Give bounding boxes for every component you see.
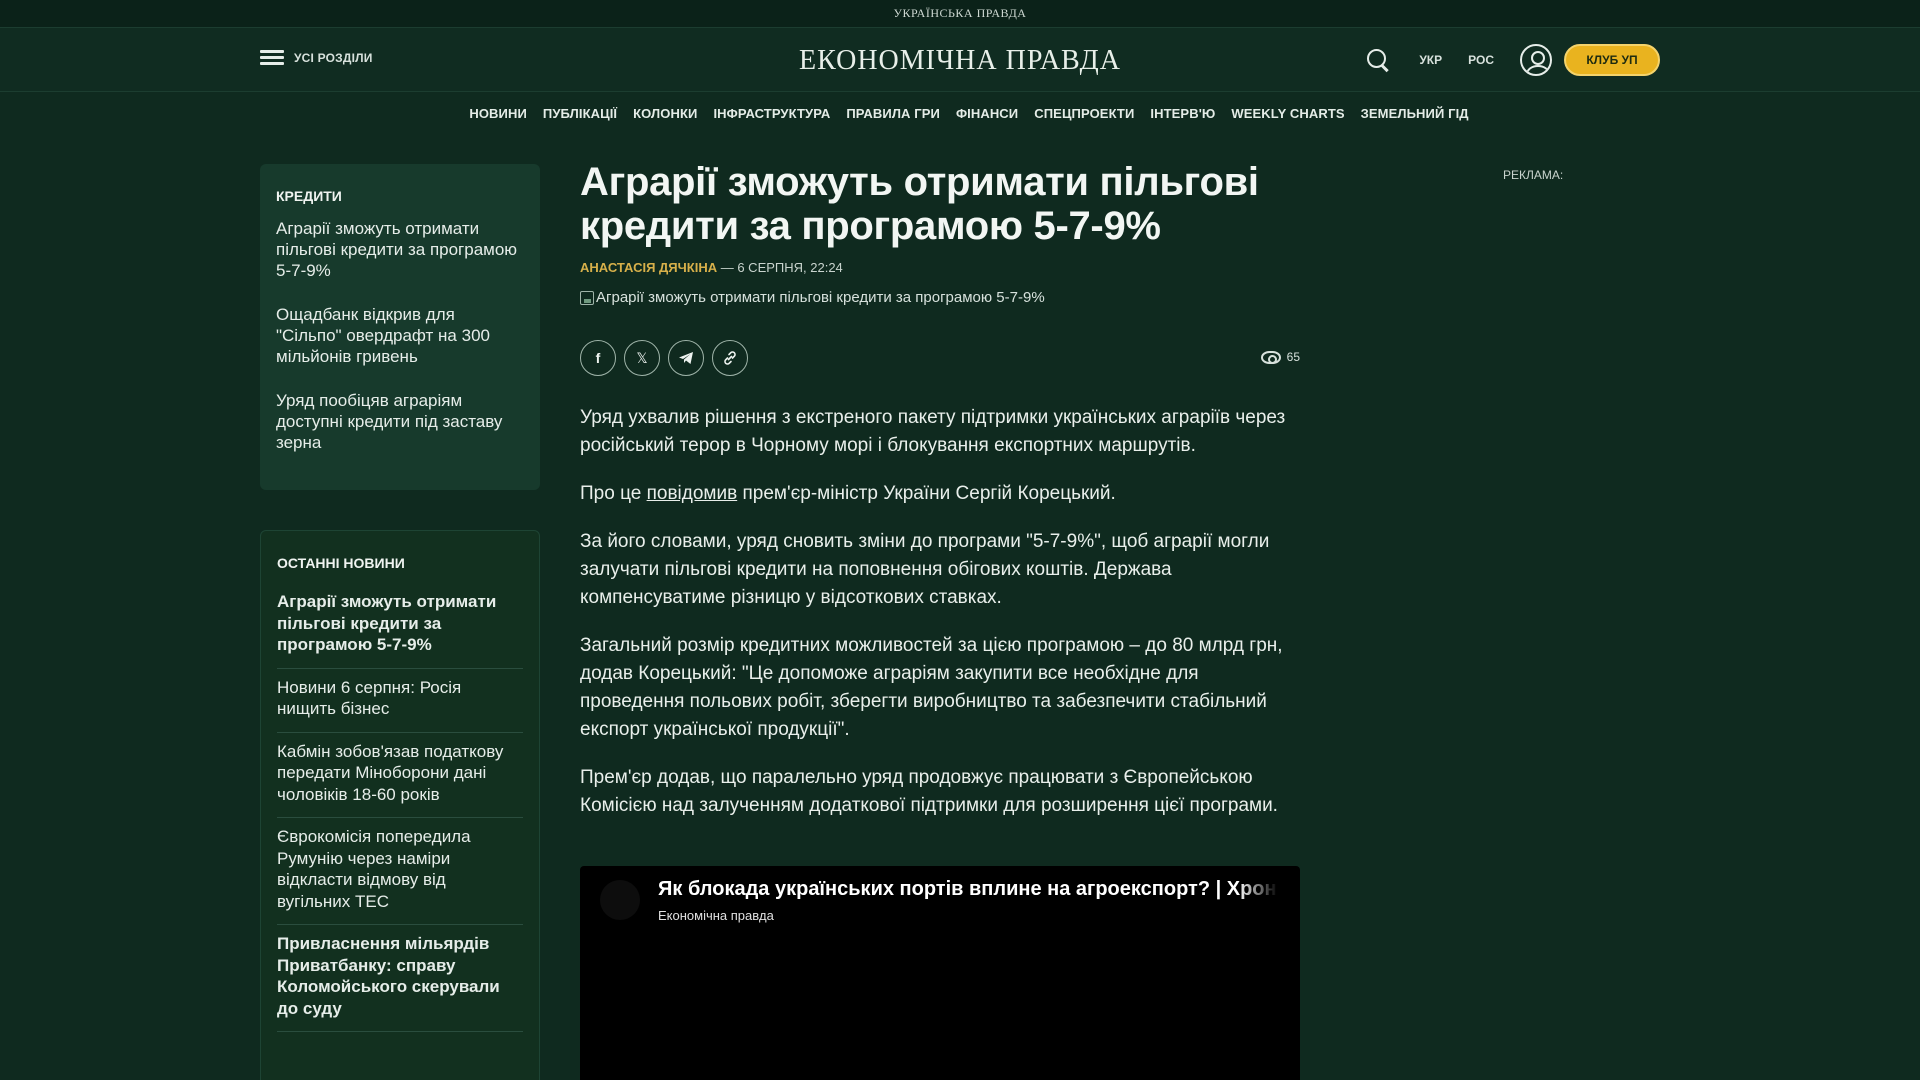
share-bar: f 𝕏 65 xyxy=(580,340,1300,376)
ad-label: РЕКЛАМА: xyxy=(1503,168,1564,182)
paragraph-text: Про це xyxy=(580,483,647,504)
credits-item[interactable]: Ощадбанк відкрив для "Сільпо" овердрафт … xyxy=(276,304,524,367)
header-actions: УКР РОС КЛУБ УП xyxy=(1365,42,1660,78)
copy-link-button[interactable] xyxy=(712,340,748,376)
all-sections-button[interactable]: УСІ РОЗДІЛИ xyxy=(260,50,373,66)
credits-title[interactable]: КРЕДИТИ xyxy=(276,188,524,204)
credits-box: КРЕДИТИ Аграрії зможуть отримати пільгов… xyxy=(260,164,540,490)
lang-ros-link[interactable]: РОС xyxy=(1468,53,1494,67)
views-counter: 65 xyxy=(1260,350,1300,364)
nav-item-rules[interactable]: ПРАВИЛА ГРИ xyxy=(846,106,940,121)
latest-news-item[interactable]: Аграрії зможуть отримати пільгові кредит… xyxy=(277,583,523,669)
search-icon[interactable] xyxy=(1365,47,1391,73)
article-body: Уряд ухвалив рішення з екстреного пакету… xyxy=(580,404,1300,820)
facebook-icon: f xyxy=(595,350,601,366)
up-network-link[interactable]: УКРАЇНСЬКА ПРАВДА xyxy=(894,6,1027,21)
source-link[interactable]: повідомив xyxy=(647,483,738,504)
broken-image-icon xyxy=(580,290,594,305)
latest-news-item[interactable]: Єврокомісія попередила Румунію через нам… xyxy=(277,818,523,925)
article-byline: АНАСТАСІЯ ДЯЧКІНА — 6 СЕРПНЯ, 22:24 xyxy=(580,260,1300,275)
nav-item-specprojects[interactable]: СПЕЦПРОЕКТИ xyxy=(1034,106,1134,121)
credits-item[interactable]: Аграрії зможуть отримати пільгові кредит… xyxy=(276,218,524,281)
credits-item[interactable]: Уряд пообіцяв аграріям доступні кредити … xyxy=(276,390,524,453)
club-up-button[interactable]: КЛУБ УП xyxy=(1564,44,1660,76)
x-share-button[interactable]: 𝕏 xyxy=(624,340,660,376)
nav-item-publications[interactable]: ПУБЛІКАЦІЇ xyxy=(543,106,617,121)
nav-item-weekly-charts[interactable]: WEEKLY CHARTS xyxy=(1231,106,1344,121)
latest-news-box: ОСТАННІ НОВИНИ Аграрії зможуть отримати … xyxy=(260,530,540,1080)
facebook-share-button[interactable]: f xyxy=(580,340,616,376)
author-link[interactable]: АНАСТАСІЯ ДЯЧКІНА xyxy=(580,260,717,275)
views-count: 65 xyxy=(1286,350,1300,364)
user-icon[interactable] xyxy=(1520,44,1552,76)
channel-avatar[interactable] xyxy=(600,880,640,920)
top-strip: УКРАЇНСЬКА ПРАВДА xyxy=(0,0,1920,28)
telegram-icon xyxy=(679,352,693,364)
x-icon: 𝕏 xyxy=(636,349,648,366)
article-image-alt: Аграрії зможуть отримати пільгові кредит… xyxy=(596,289,1045,306)
video-title[interactable]: Як блокада українських портів вплине на … xyxy=(658,878,1278,901)
article-paragraph: За його словами, уряд сновить зміни до п… xyxy=(580,531,1270,608)
article-image: Аграрії зможуть отримати пільгові кредит… xyxy=(580,289,1300,306)
embedded-video[interactable]: Як блокада українських портів вплине на … xyxy=(580,866,1300,1080)
nav-item-infrastructure[interactable]: ІНФРАСТРУКТУРА xyxy=(713,106,830,121)
article-paragraph: Про це повідомив прем'єр-міністр України… xyxy=(580,480,1300,508)
nav-item-columns[interactable]: КОЛОНКИ xyxy=(633,106,697,121)
telegram-share-button[interactable] xyxy=(668,340,704,376)
latest-news-item[interactable]: Новини 6 серпня: Росія нищить бізнес xyxy=(277,669,523,733)
nav-item-interview[interactable]: ІНТЕРВ'Ю xyxy=(1150,106,1215,121)
nav-item-news[interactable]: НОВИНИ xyxy=(469,106,527,121)
latest-news-item[interactable]: Привласнення мільярдів Приватбанку: спра… xyxy=(277,925,523,1032)
main-nav: НОВИНИ ПУБЛІКАЦІЇ КОЛОНКИ ІНФРАСТРУКТУРА… xyxy=(0,98,1920,128)
site-header: УСІ РОЗДІЛИ ЕКОНОМІЧНА ПРАВДА УКР РОС КЛ… xyxy=(0,28,1920,92)
site-logo[interactable]: ЕКОНОМІЧНА ПРАВДА xyxy=(760,45,1160,77)
latest-news-title[interactable]: ОСТАННІ НОВИНИ xyxy=(277,555,523,571)
nav-item-land-guide[interactable]: ЗЕМЕЛЬНИЙ ГІД xyxy=(1361,106,1469,121)
nav-item-finance[interactable]: ФІНАНСИ xyxy=(956,106,1018,121)
all-sections-label: УСІ РОЗДІЛИ xyxy=(294,51,373,65)
eye-icon xyxy=(1260,350,1281,364)
article: Аграрії зможуть отримати пільгові кредит… xyxy=(580,160,1300,820)
article-paragraph: Загальний розмір кредитних можливостей з… xyxy=(580,635,1283,740)
link-icon xyxy=(724,351,736,365)
article-paragraph: Прем'єр додав, що паралельно уряд продов… xyxy=(580,767,1278,816)
video-channel[interactable]: Економічна правда xyxy=(658,908,774,923)
article-paragraph: Уряд ухвалив рішення з екстреного пакету… xyxy=(580,407,1286,456)
latest-news-item[interactable]: Кабмін зобов'язав податкову передати Мін… xyxy=(277,733,523,818)
article-date: — 6 СЕРПНЯ, 22:24 xyxy=(717,260,843,275)
hamburger-icon xyxy=(260,50,284,66)
paragraph-text: прем'єр-міністр України Сергій Корецький… xyxy=(737,483,1116,504)
article-headline: Аграрії зможуть отримати пільгові кредит… xyxy=(580,160,1259,248)
lang-ukr-link[interactable]: УКР xyxy=(1419,53,1442,67)
